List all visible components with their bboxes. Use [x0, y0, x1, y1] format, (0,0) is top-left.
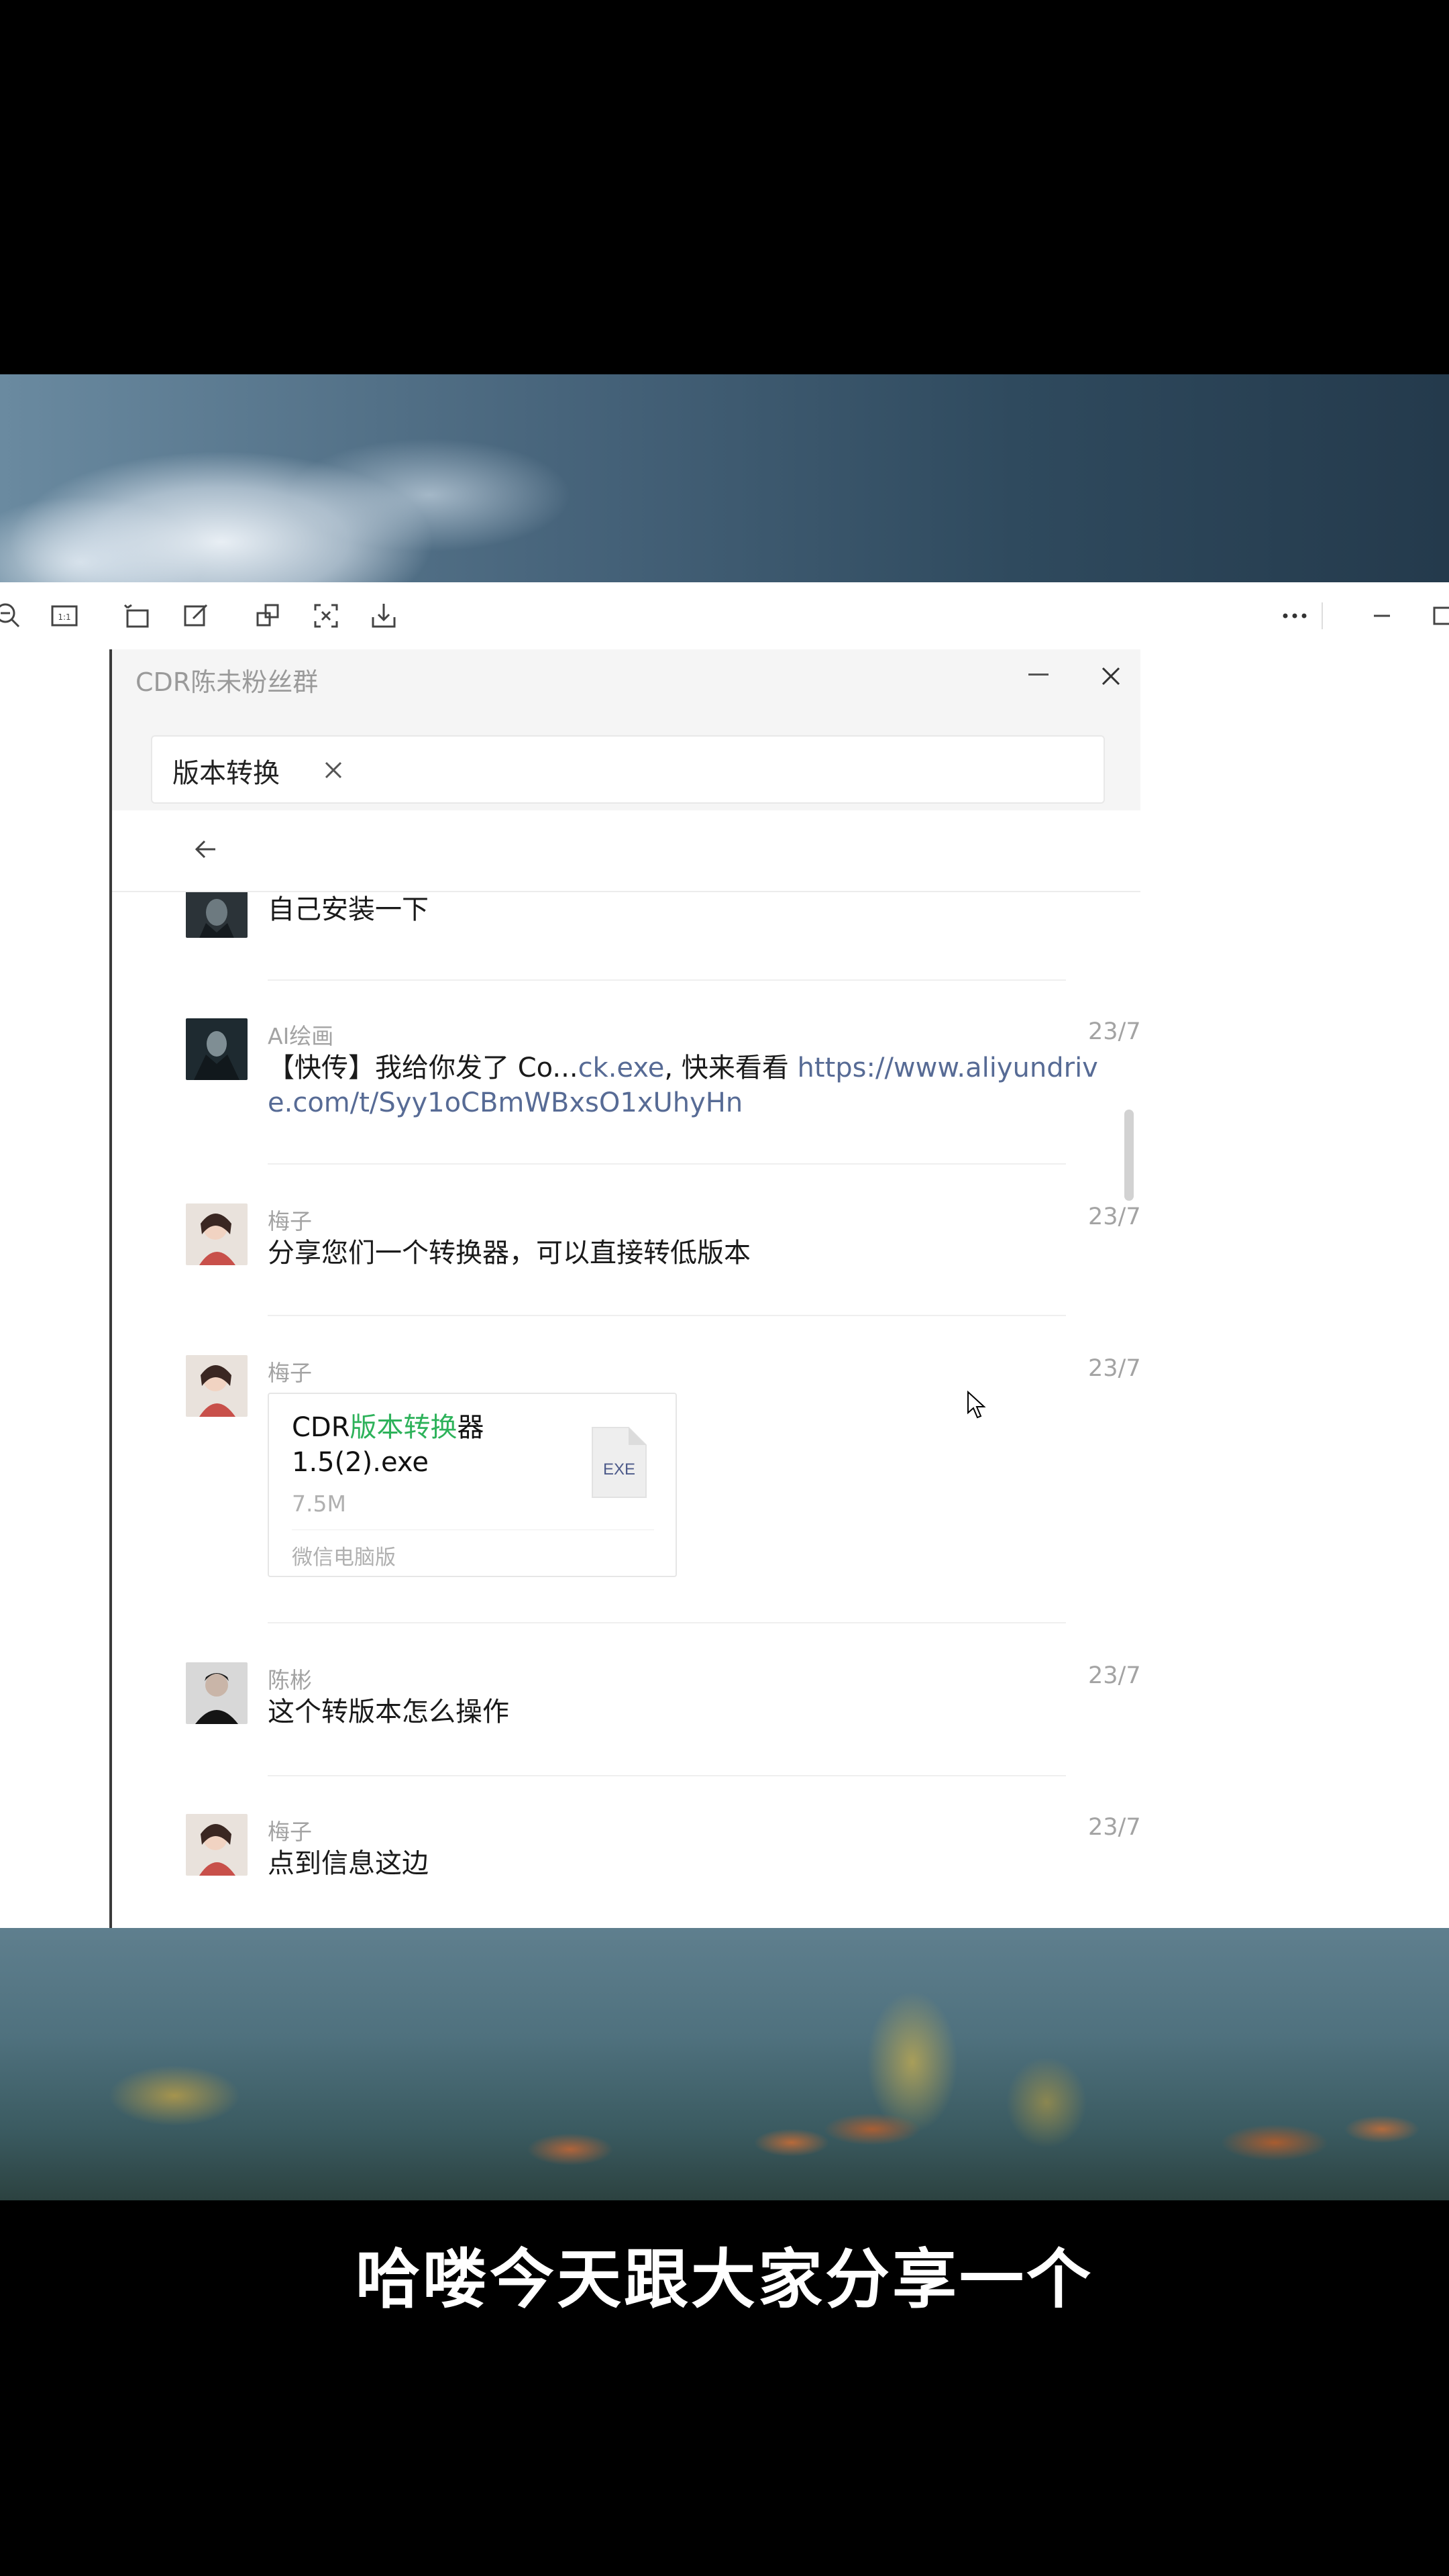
screenshot-viewer-content: CDR陈未粉丝群 版本转换 自己安装一下 AI绘画 23/7 【快传】我给你发了…	[0, 649, 1449, 1928]
message-text: 分享您们一个转换器，可以直接转低版本	[268, 1238, 751, 1269]
file-name-part: 器	[457, 1412, 484, 1443]
file-name: CDR版本转换器 1.5(2).exe	[292, 1410, 574, 1480]
file-name-highlight: 版本转换	[350, 1412, 458, 1443]
message-divider	[268, 1622, 1066, 1623]
scrollbar-thumb[interactable]	[1124, 1110, 1134, 1201]
message-text: 这个转版本怎么操作	[268, 1697, 509, 1727]
message-time: 23/7/28	[1088, 1203, 1140, 1230]
message-time: 23/7/28	[1088, 1662, 1140, 1689]
message-divider	[268, 1775, 1066, 1776]
video-subtitle: 哈喽今天跟大家分享一个	[356, 2242, 1093, 2317]
search-input[interactable]: 版本转换	[151, 735, 1105, 804]
back-arrow-icon[interactable]	[186, 829, 226, 869]
extract-text-icon[interactable]	[251, 598, 286, 633]
sender-name: 梅子	[268, 1360, 312, 1386]
message-time: 23/7/28	[1088, 1018, 1140, 1045]
message-text: 点到信息这边	[268, 1848, 429, 1879]
message-time: 23/7/28	[1088, 1814, 1140, 1841]
nav-bar	[112, 810, 1140, 892]
avatar[interactable]	[186, 1203, 248, 1265]
rotate-icon[interactable]	[119, 598, 154, 633]
avatar[interactable]	[186, 1814, 248, 1876]
avatar[interactable]	[186, 1662, 248, 1724]
close-icon[interactable]	[1096, 661, 1126, 691]
download-icon[interactable]	[366, 598, 401, 633]
chat-history-window: CDR陈未粉丝群 版本转换 自己安装一下 AI绘画 23/7 【快传】我给你发了…	[112, 649, 1140, 1928]
minimize-icon[interactable]	[1364, 598, 1399, 633]
window-minimize-button[interactable]	[1028, 674, 1049, 676]
remove-tag-icon[interactable]	[320, 757, 347, 784]
actual-size-icon[interactable]: 1:1	[47, 598, 82, 633]
file-source: 微信电脑版	[292, 1546, 396, 1570]
exe-file-icon: EXE	[592, 1427, 647, 1498]
file-name-part: 1.5(2).exe	[292, 1447, 429, 1478]
scan-icon[interactable]	[309, 598, 343, 633]
avatar[interactable]	[186, 1018, 248, 1080]
file-card[interactable]: CDR版本转换器 1.5(2).exe 7.5M 微信电脑版 EXE	[268, 1393, 677, 1577]
avatar[interactable]	[186, 892, 248, 938]
window-header: CDR陈未粉丝群 版本转换	[112, 649, 1140, 810]
message-list: 自己安装一下 AI绘画 23/7/28 【快传】我给你发了 Co...ck.ex…	[112, 892, 1140, 1928]
file-ext-label: EXE	[603, 1460, 635, 1479]
viewer-toolbar: 1:1	[0, 582, 1449, 649]
file-size: 7.5M	[292, 1491, 346, 1517]
message-divider	[268, 1315, 1066, 1316]
sender-name: 梅子	[268, 1208, 312, 1234]
search-tag: 版本转换	[172, 758, 280, 789]
message-text-prefix: 【快传】我给你发了 Co...	[268, 1053, 578, 1083]
file-name-part: CDR	[292, 1412, 350, 1443]
edit-icon[interactable]	[178, 598, 213, 633]
maximize-icon[interactable]	[1425, 598, 1449, 633]
toolbar-separator	[1322, 602, 1323, 629]
file-name-link[interactable]: ck.exe	[578, 1053, 665, 1083]
file-card-divider	[292, 1529, 654, 1530]
background-flowers	[0, 1928, 1449, 2200]
avatar[interactable]	[186, 1355, 248, 1417]
message-text-mid: , 快来看看	[664, 1053, 798, 1083]
more-icon[interactable]	[1277, 598, 1312, 633]
message-text: 自己安装一下	[268, 894, 429, 925]
message-time: 23/7/28	[1088, 1355, 1140, 1382]
zoom-out-icon[interactable]	[0, 598, 25, 633]
background-sky	[0, 374, 1449, 582]
message-text: 【快传】我给你发了 Co...ck.exe, 快来看看 https://www.…	[268, 1051, 1099, 1120]
mouse-cursor-icon	[967, 1390, 986, 1419]
svg-text:1:1: 1:1	[58, 612, 70, 622]
sender-name: AI绘画	[268, 1023, 334, 1049]
sender-name: 梅子	[268, 1819, 312, 1845]
message-divider	[268, 1163, 1066, 1165]
message-divider	[268, 979, 1066, 981]
window-title: CDR陈未粉丝群	[136, 667, 319, 697]
sender-name: 陈彬	[268, 1667, 312, 1693]
